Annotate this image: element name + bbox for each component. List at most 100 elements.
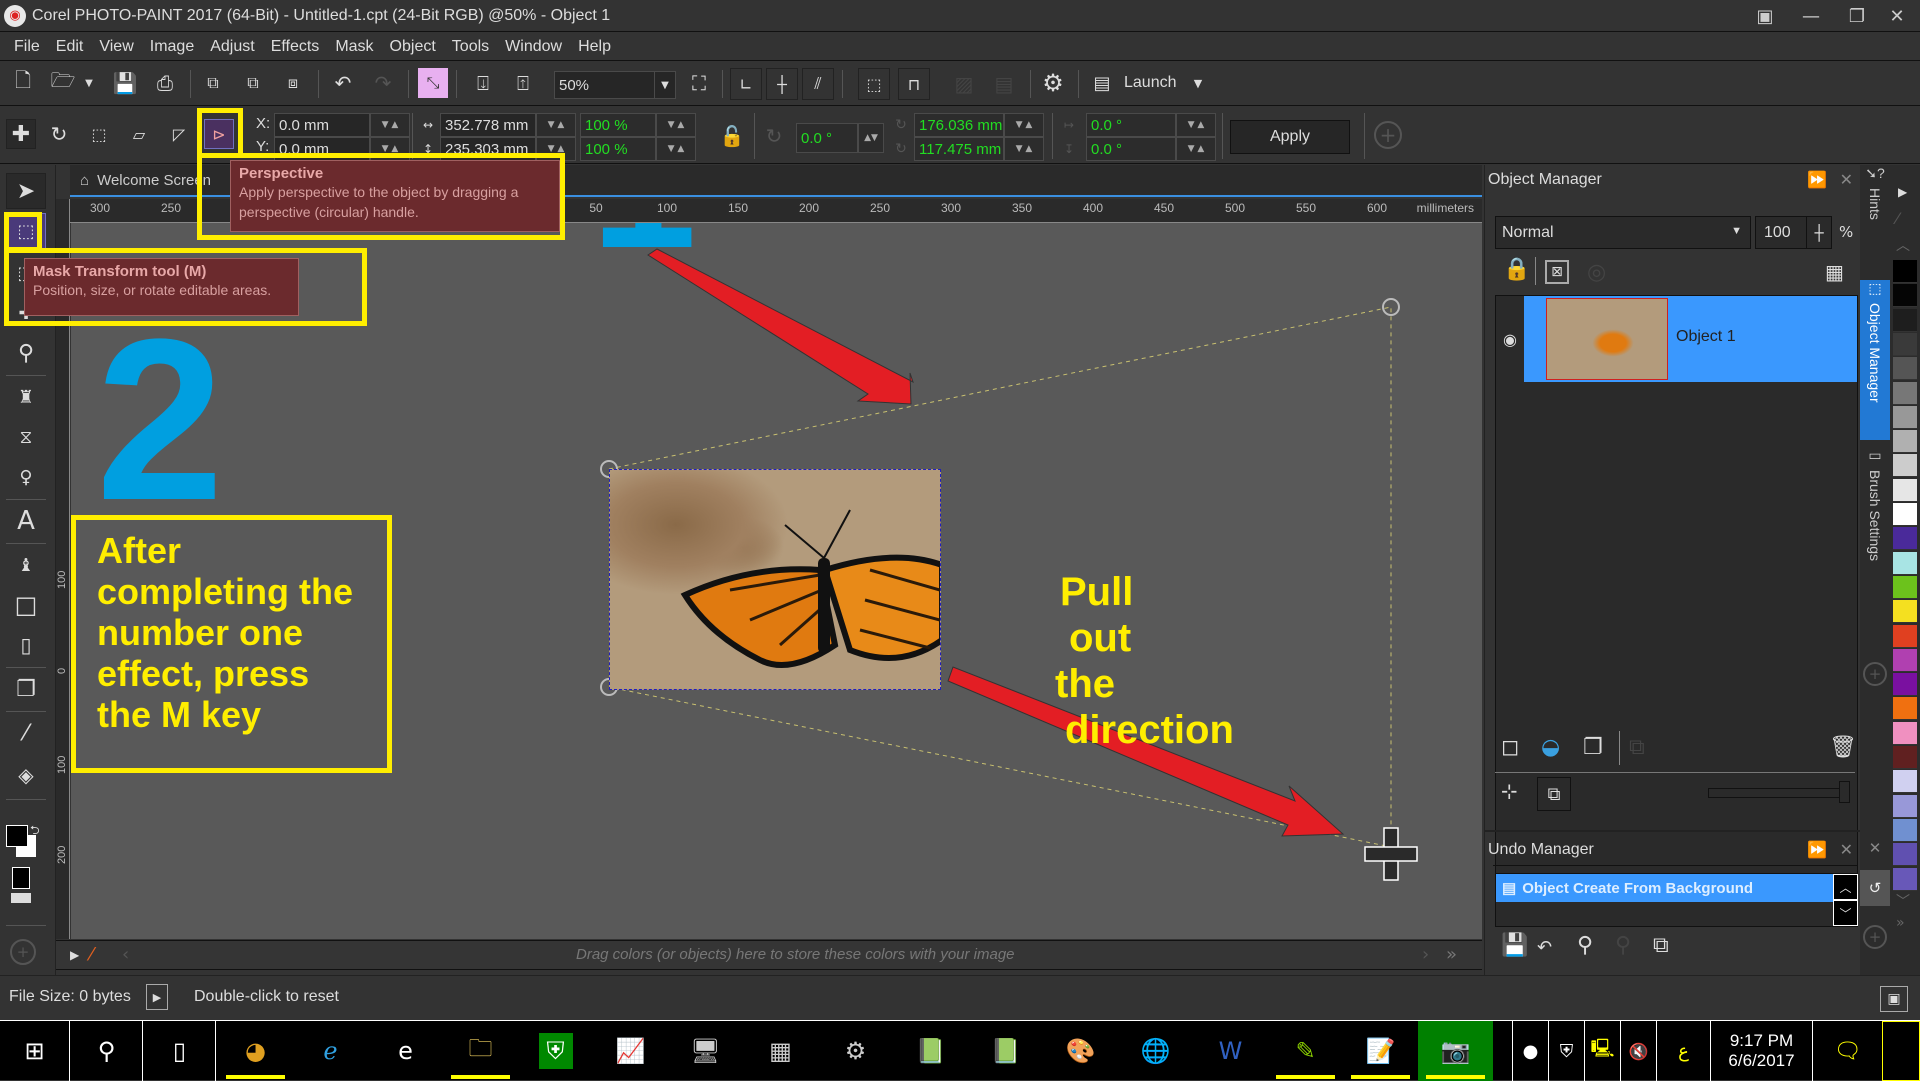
palette-swatch[interactable] bbox=[1893, 697, 1917, 721]
skew-vertical-field[interactable]: 0.0 ° bbox=[1086, 137, 1176, 161]
palette-menu-arrow-icon[interactable]: ▶ bbox=[1898, 185, 1907, 199]
fit-object-icon[interactable]: ⊹ bbox=[1501, 779, 1518, 803]
document-palette-bar[interactable]: ▶ ⁄ ‹ Drag colors (or objects) here to s… bbox=[56, 940, 1482, 970]
blend-mode-select[interactable]: Normal ▼ bbox=[1495, 216, 1751, 249]
palette-swatch[interactable] bbox=[1893, 454, 1917, 478]
mask-icon[interactable]: ⤡ bbox=[418, 68, 448, 98]
taskbar-app-control-panel[interactable]: ▦ bbox=[743, 1021, 818, 1081]
menu-adjust[interactable]: Adjust bbox=[210, 38, 254, 56]
canvas-area[interactable]: 1 2 After completing the number one effe… bbox=[71, 223, 1482, 939]
fill-tool-icon[interactable]: ◈ bbox=[6, 757, 46, 793]
expand-palette-icon[interactable]: » bbox=[1446, 944, 1457, 965]
add-checkpoint-icon[interactable]: ⚲ bbox=[1577, 933, 1593, 958]
palette-swatch[interactable] bbox=[1893, 527, 1917, 551]
search-button[interactable]: ⚲ bbox=[71, 1021, 143, 1081]
add-docker-icon[interactable]: + bbox=[1863, 662, 1887, 686]
tray-defender-icon[interactable]: ⛨ bbox=[1548, 1021, 1584, 1081]
palette-swatch[interactable] bbox=[1893, 551, 1917, 575]
lock-transparency-icon[interactable]: ▦ bbox=[1825, 260, 1844, 284]
effect-tool-icon[interactable]: ♜ bbox=[6, 379, 46, 415]
foreground-color-swatch[interactable] bbox=[6, 825, 28, 847]
palette-swatch[interactable] bbox=[1893, 284, 1917, 308]
taskbar-app-file-explorer[interactable]: 🗀 bbox=[443, 1021, 518, 1081]
taskbar-app-system-check[interactable]: 🖥 bbox=[668, 1021, 743, 1081]
rectangle-tool-icon[interactable]: □ bbox=[6, 587, 46, 623]
opacity-slider-icon[interactable]: ┼ bbox=[1806, 216, 1832, 249]
center-y-spinner[interactable]: ▼ ▲ bbox=[1004, 137, 1044, 161]
eyedropper-icon[interactable]: ⁄ bbox=[90, 944, 93, 965]
scroll-right-icon[interactable]: › bbox=[1422, 944, 1429, 965]
export-icon[interactable]: ⍐ bbox=[506, 66, 540, 100]
object-properties-icon[interactable]: ⧉ bbox=[1537, 777, 1571, 811]
palette-swatch[interactable] bbox=[1893, 503, 1917, 526]
palette-swatch[interactable] bbox=[1893, 794, 1917, 818]
start-button[interactable]: ⊞ bbox=[0, 1021, 70, 1081]
palette-swatch[interactable] bbox=[1893, 405, 1917, 429]
zoom-to-fit-icon[interactable]: ⛶ bbox=[682, 66, 716, 100]
object-name[interactable]: Object 1 bbox=[1676, 328, 1736, 346]
tab-welcome-screen[interactable]: ⌂ Welcome Screen bbox=[70, 165, 211, 195]
status-flyout-button[interactable]: ▶ bbox=[146, 984, 168, 1010]
menu-edit[interactable]: Edit bbox=[56, 38, 84, 56]
show-alignment-guides-icon[interactable]: ⫽ bbox=[802, 68, 834, 100]
docker-tab-object-manager[interactable]: ⬚ Object Manager bbox=[1860, 280, 1890, 440]
apply-button[interactable]: Apply bbox=[1230, 120, 1350, 154]
docker-tab-hints[interactable]: ➘? Hints bbox=[1860, 165, 1890, 275]
center-x-field[interactable]: 176.036 mm bbox=[914, 113, 1004, 137]
print-icon[interactable]: ⎙ bbox=[148, 66, 182, 100]
taskbar-app-quran-app-1[interactable]: 📗 bbox=[893, 1021, 968, 1081]
launch-button[interactable]: Launch bbox=[1124, 74, 1177, 92]
palette-swatch[interactable] bbox=[1893, 770, 1917, 794]
proportional-lock-icon[interactable]: 🔓 bbox=[720, 121, 745, 151]
palette-swatch[interactable] bbox=[1893, 381, 1917, 405]
palette-swatch[interactable] bbox=[1893, 673, 1917, 697]
docker-close-icon[interactable]: ✕ bbox=[1840, 840, 1853, 860]
palette-swatch[interactable] bbox=[1893, 478, 1917, 502]
reset-colors-icon[interactable] bbox=[11, 893, 31, 903]
thumbnail-size-slider[interactable] bbox=[1708, 788, 1848, 798]
palette-swatch[interactable] bbox=[1893, 818, 1917, 842]
palette-swatch[interactable] bbox=[1893, 575, 1917, 599]
undo-to-saved-icon[interactable]: ↶ bbox=[1537, 937, 1552, 958]
paste-icon[interactable]: ⧉ bbox=[236, 66, 270, 100]
menu-window[interactable]: Window bbox=[505, 38, 562, 56]
undo-icon[interactable]: ↶ bbox=[326, 66, 360, 100]
paper-color-swatch[interactable] bbox=[12, 867, 30, 889]
add-docker-icon[interactable]: + bbox=[1863, 925, 1887, 949]
palette-swatch[interactable] bbox=[1893, 308, 1917, 332]
minimize-button[interactable]: — bbox=[1788, 0, 1834, 32]
new-lens-icon[interactable]: ◒ bbox=[1541, 735, 1560, 760]
new-object-icon[interactable]: ◻ bbox=[1501, 735, 1519, 760]
show-object-marquee-icon[interactable]: ⊓ bbox=[898, 68, 930, 100]
menu-view[interactable]: View bbox=[99, 38, 133, 56]
lens-icon[interactable]: ◎ bbox=[1587, 260, 1606, 285]
menu-file[interactable]: File bbox=[14, 38, 40, 56]
eyedropper-tool-icon[interactable]: ⁄ bbox=[6, 715, 46, 751]
taskbar-app-coreldraw[interactable]: ✎ bbox=[1268, 1021, 1343, 1081]
taskbar-app-performance-monitor[interactable]: 📈 bbox=[593, 1021, 668, 1081]
import-icon[interactable]: ⍗ bbox=[466, 66, 500, 100]
pick-tool-icon[interactable]: ➤ bbox=[6, 173, 46, 209]
taskbar-app-windows-defender[interactable]: ⛨ bbox=[518, 1021, 593, 1081]
text-tool-icon[interactable]: A bbox=[6, 503, 46, 539]
undo-list-item[interactable]: ▤ Object Create From Background bbox=[1496, 874, 1833, 902]
drop-shadow-tool-icon[interactable]: ❐ bbox=[6, 671, 46, 707]
tray-idm-icon[interactable]: ● bbox=[1512, 1021, 1548, 1081]
expand-arrow-icon[interactable]: ▶ bbox=[70, 948, 79, 962]
account-power-icon[interactable]: ▣ bbox=[1742, 0, 1788, 32]
scale-y-field[interactable]: 100 % bbox=[580, 137, 656, 161]
palette-swatch[interactable] bbox=[1893, 721, 1917, 745]
palette-swatch[interactable] bbox=[1893, 746, 1917, 769]
taskbar-app-settings[interactable]: ⚙ bbox=[818, 1021, 893, 1081]
clip-mask-icon[interactable]: ▤ bbox=[988, 68, 1020, 100]
width-spinner[interactable]: ▼ ▲ bbox=[536, 113, 576, 137]
skew-vertical-spinner[interactable]: ▼ ▲ bbox=[1176, 137, 1216, 161]
new-object-from-mask-icon[interactable]: ❐ bbox=[1583, 735, 1603, 760]
menu-help[interactable]: Help bbox=[578, 38, 611, 56]
x-position-spinner[interactable]: ▼ ▲ bbox=[370, 113, 410, 137]
palette-swatch[interactable] bbox=[1893, 624, 1917, 648]
taskbar-app-edge[interactable]: e bbox=[368, 1021, 443, 1081]
zoom-dropdown-chevron-icon[interactable]: ▼ bbox=[654, 71, 676, 99]
palette-swatch[interactable] bbox=[1893, 260, 1917, 283]
scale-x-field[interactable]: 100 % bbox=[580, 113, 656, 137]
